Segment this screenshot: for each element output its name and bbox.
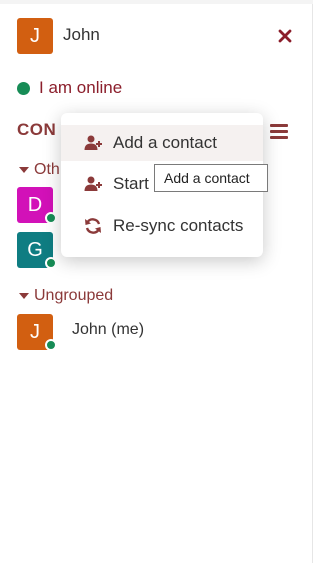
contact-name: John (me) <box>72 321 145 338</box>
menu-item-add-contact[interactable]: Add a contact <box>61 125 263 161</box>
hamburger-icon-bar <box>270 130 288 133</box>
contacts-menu-button[interactable] <box>268 121 290 141</box>
sync-icon <box>85 218 101 234</box>
menu-item-label: Re-sync contacts <box>113 216 244 235</box>
menu-item-resync-contacts[interactable]: Re-sync contacts <box>61 208 263 244</box>
caret-down-icon <box>19 293 29 299</box>
group-toggle-ungrouped[interactable]: Ungrouped <box>19 287 113 305</box>
chat-sidebar: J John I am online CON Oth D G g Ungroup… <box>0 0 313 563</box>
user-plus-icon <box>84 176 102 191</box>
close-button[interactable] <box>274 25 296 47</box>
group-label: Ungrouped <box>34 287 114 304</box>
user-plus-icon <box>84 135 102 150</box>
online-status-icon <box>45 339 57 351</box>
user-name: John <box>63 25 100 44</box>
caret-down-icon <box>19 167 29 173</box>
clipped-top-edge <box>0 0 313 4</box>
close-icon <box>278 29 292 43</box>
menu-item-label: Start <box>113 174 149 193</box>
hamburger-icon <box>270 124 288 127</box>
group-label: Oth <box>34 161 60 178</box>
contacts-heading: CON <box>17 120 57 139</box>
online-status-icon <box>45 212 57 224</box>
online-status-icon <box>17 81 30 95</box>
status-selector[interactable]: I am online <box>17 77 122 99</box>
group-toggle-others[interactable]: Oth <box>19 161 60 179</box>
hamburger-icon-bar <box>270 136 288 139</box>
menu-item-label: Add a contact <box>113 133 217 152</box>
contact-item[interactable]: J John (me) <box>17 314 297 354</box>
online-status-icon <box>45 257 57 269</box>
status-text: I am online <box>39 78 123 97</box>
tooltip: Add a contact <box>154 164 268 192</box>
user-avatar[interactable]: J <box>17 18 53 54</box>
